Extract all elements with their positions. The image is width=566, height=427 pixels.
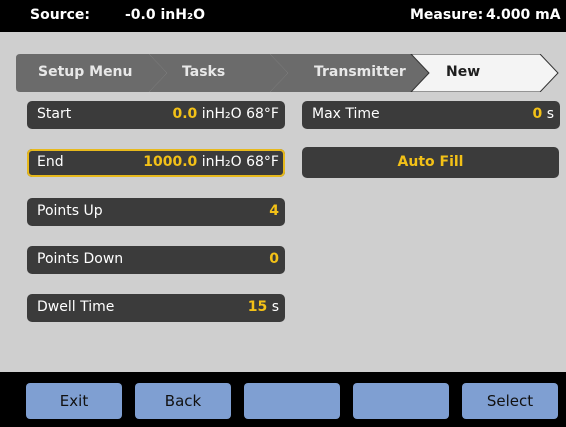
points-up-value: 4: [269, 203, 279, 219]
auto-fill-button[interactable]: Auto Fill: [302, 147, 559, 178]
max-time-label: Max Time: [312, 106, 380, 122]
max-time-value-group: 0 s: [533, 106, 555, 122]
softkey-3[interactable]: [244, 383, 340, 419]
dwell-time-label: Dwell Time: [37, 299, 115, 315]
source-label: Source:: [30, 7, 90, 23]
max-time-value: 0: [532, 106, 543, 122]
status-bar: Source: -0.0 inH₂O Measure: 4.000 mA: [0, 0, 566, 32]
start-value: 0.0: [172, 106, 198, 122]
main-panel: Setup Menu Tasks Transmitter New Start 0…: [0, 32, 566, 372]
breadcrumb: Setup Menu Tasks Transmitter New: [16, 54, 562, 92]
back-softkey[interactable]: Back: [135, 383, 231, 419]
start-value-group: 0.0 inH₂O 68°F: [172, 106, 279, 122]
crumb-transmitter[interactable]: Transmitter: [314, 64, 406, 80]
softkey-4[interactable]: [353, 383, 449, 419]
dwell-time-field[interactable]: Dwell Time 15 s: [27, 294, 285, 322]
dwell-time-value: 15: [247, 299, 268, 315]
max-time-field[interactable]: Max Time 0 s: [302, 101, 560, 129]
measure-value: 4.000 mA: [486, 7, 561, 23]
crumb-new[interactable]: New: [446, 64, 480, 80]
points-up-field[interactable]: Points Up 4: [27, 198, 285, 226]
exit-softkey[interactable]: Exit: [26, 383, 122, 419]
points-down-value-group: 0: [269, 251, 279, 267]
start-label: Start: [37, 106, 72, 122]
crumb-shape-new[interactable]: [410, 54, 559, 92]
crumb-tasks[interactable]: Tasks: [182, 64, 225, 80]
max-time-unit: s: [542, 106, 554, 122]
crumb-setup-menu[interactable]: Setup Menu: [38, 64, 133, 80]
end-field[interactable]: End 1000.0 inH₂O 68°F: [27, 149, 285, 177]
end-value: 1000.0: [143, 154, 198, 170]
points-up-label: Points Up: [37, 203, 103, 219]
select-softkey[interactable]: Select: [462, 383, 558, 419]
dwell-time-value-group: 15 s: [248, 299, 279, 315]
end-value-group: 1000.0 inH₂O 68°F: [143, 154, 279, 170]
source-value: -0.0 inH₂O: [125, 7, 206, 23]
softkey-bar: Exit Back Select: [0, 372, 566, 427]
points-down-label: Points Down: [37, 251, 124, 267]
points-down-field[interactable]: Points Down 0: [27, 246, 285, 274]
end-unit: inH₂O 68°F: [197, 154, 279, 170]
points-down-value: 0: [269, 251, 279, 267]
measure-label: Measure:: [410, 7, 484, 23]
dwell-time-unit: s: [267, 299, 279, 315]
end-label: End: [37, 154, 64, 170]
start-field[interactable]: Start 0.0 inH₂O 68°F: [27, 101, 285, 129]
points-up-value-group: 4: [269, 203, 279, 219]
start-unit: inH₂O 68°F: [197, 106, 279, 122]
